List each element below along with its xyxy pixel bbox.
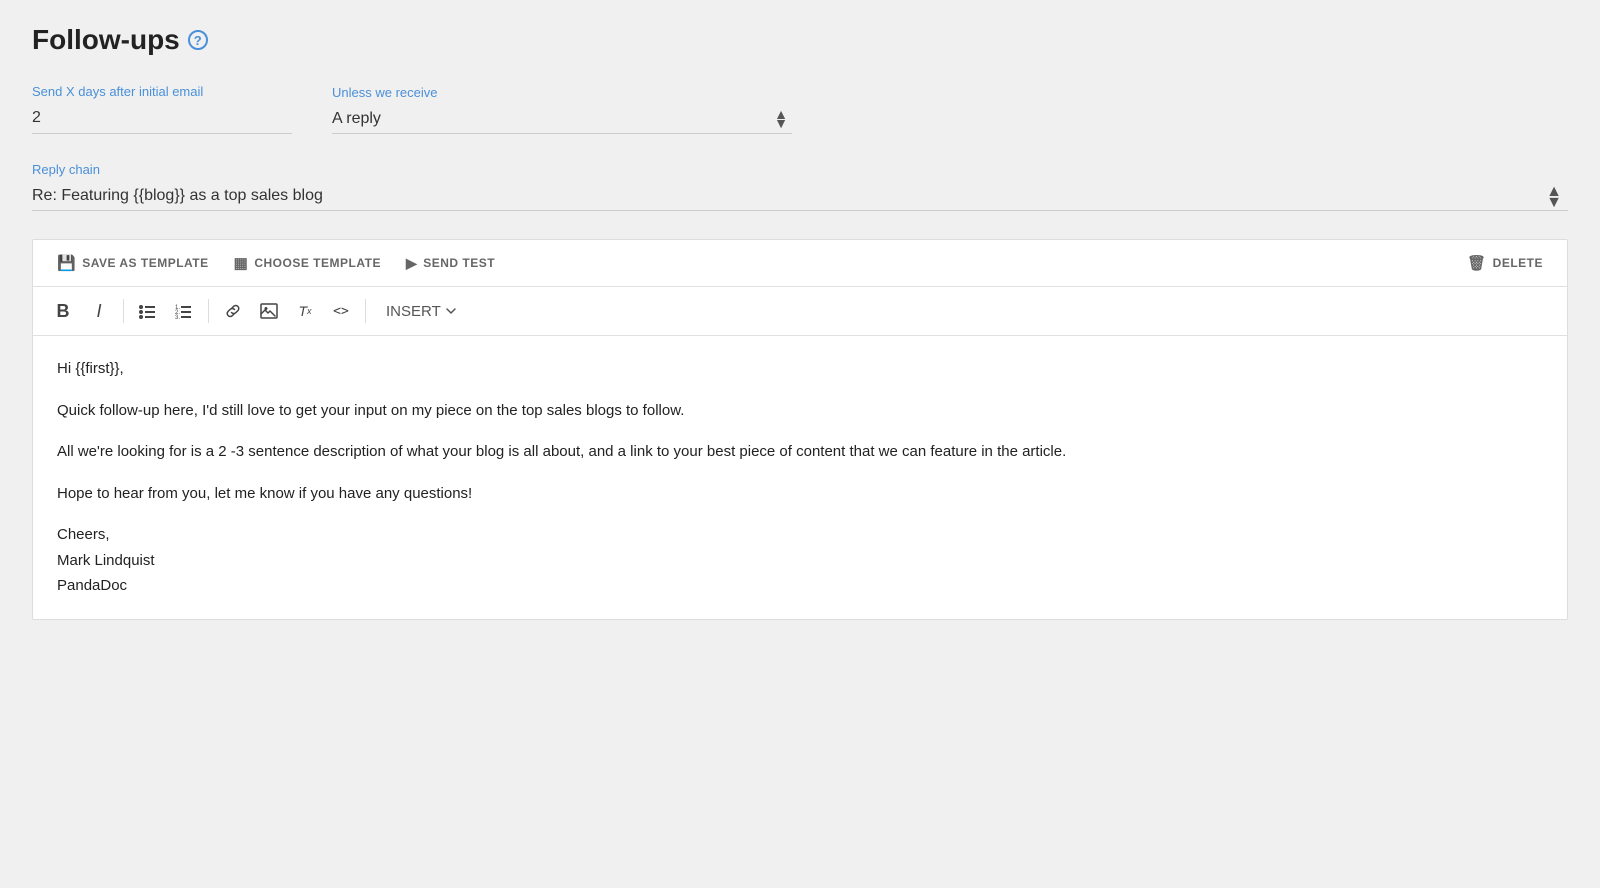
sig-cheers: Cheers,: [57, 526, 110, 543]
trash-icon: 🗑: [1467, 254, 1487, 272]
link-button[interactable]: [217, 295, 249, 327]
help-icon[interactable]: ?: [188, 30, 208, 50]
delete-button[interactable]: 🗑 DELETE: [1459, 250, 1551, 276]
reply-chain-select[interactable]: Re: Featuring {{blog}} as a top sales bl…: [32, 183, 1568, 210]
email-paragraph-2: All we're looking for is a 2 -3 sentence…: [57, 439, 1543, 465]
save-template-button[interactable]: 💾 SAVE AS TEMPLATE: [49, 250, 217, 276]
reply-chain-select-wrapper: Re: Featuring {{blog}} as a top sales bl…: [32, 183, 1568, 211]
format-toolbar: B I 1. 2. 3.: [33, 287, 1567, 336]
sig-company: PandaDoc: [57, 577, 127, 594]
send-days-input[interactable]: [32, 105, 292, 134]
image-button[interactable]: [253, 295, 285, 327]
bullet-list-icon: [139, 302, 157, 320]
save-template-label: SAVE AS TEMPLATE: [82, 256, 208, 270]
send-days-group: Send X days after initial email: [32, 84, 292, 134]
grid-icon: ▦: [234, 254, 249, 272]
send-icon: ▶: [406, 255, 417, 272]
unless-label: Unless we receive: [332, 85, 792, 100]
save-icon: 💾: [57, 254, 76, 272]
title-text: Follow-ups: [32, 24, 180, 56]
image-icon: [260, 302, 278, 320]
code-button[interactable]: <>: [325, 295, 357, 327]
delete-label: DELETE: [1493, 256, 1543, 270]
sig-name: Mark Lindquist: [57, 552, 155, 569]
format-divider-2: [208, 299, 209, 323]
bullet-list-button[interactable]: [132, 295, 164, 327]
choose-template-label: CHOOSE TEMPLATE: [254, 256, 381, 270]
reply-chain-label: Reply chain: [32, 162, 1568, 177]
svg-text:3.: 3.: [175, 315, 180, 320]
unless-group: Unless we receive A reply An open A clic…: [332, 85, 792, 134]
unless-select-wrapper: A reply An open A click Nothing ▲▼: [332, 106, 792, 134]
insert-label: INSERT: [386, 303, 441, 320]
email-body[interactable]: Hi {{first}}, Quick follow-up here, I'd …: [33, 336, 1567, 619]
email-paragraph-3: Hope to hear from you, let me know if yo…: [57, 481, 1543, 507]
reply-chain-section: Reply chain Re: Featuring {{blog}} as a …: [32, 162, 1568, 211]
clear-format-button[interactable]: Tx: [289, 295, 321, 327]
unless-select[interactable]: A reply An open A click Nothing: [332, 106, 792, 133]
bold-button[interactable]: B: [47, 295, 79, 327]
email-editor: 💾 SAVE AS TEMPLATE ▦ CHOOSE TEMPLATE ▶ S…: [32, 239, 1568, 620]
page-header: Follow-ups ?: [32, 24, 1568, 56]
page-title: Follow-ups ?: [32, 24, 1568, 56]
email-signature: Cheers, Mark Lindquist PandaDoc: [57, 522, 1543, 599]
send-test-button[interactable]: ▶ SEND TEST: [398, 251, 503, 276]
editor-toolbar-top: 💾 SAVE AS TEMPLATE ▦ CHOOSE TEMPLATE ▶ S…: [33, 240, 1567, 287]
top-form-row: Send X days after initial email Unless w…: [32, 84, 1568, 134]
numbered-list-button[interactable]: 1. 2. 3.: [168, 295, 200, 327]
format-divider-3: [365, 299, 366, 323]
format-divider-1: [123, 299, 124, 323]
italic-button[interactable]: I: [83, 295, 115, 327]
insert-chevron-icon: [445, 305, 457, 317]
insert-dropdown-button[interactable]: INSERT: [378, 299, 465, 324]
send-test-label: SEND TEST: [423, 256, 495, 270]
numbered-list-icon: 1. 2. 3.: [175, 302, 193, 320]
choose-template-button[interactable]: ▦ CHOOSE TEMPLATE: [226, 250, 389, 276]
email-paragraph-1: Quick follow-up here, I'd still love to …: [57, 398, 1543, 424]
email-greeting: Hi {{first}},: [57, 356, 1543, 382]
link-icon: [224, 302, 242, 320]
send-days-label: Send X days after initial email: [32, 84, 292, 99]
